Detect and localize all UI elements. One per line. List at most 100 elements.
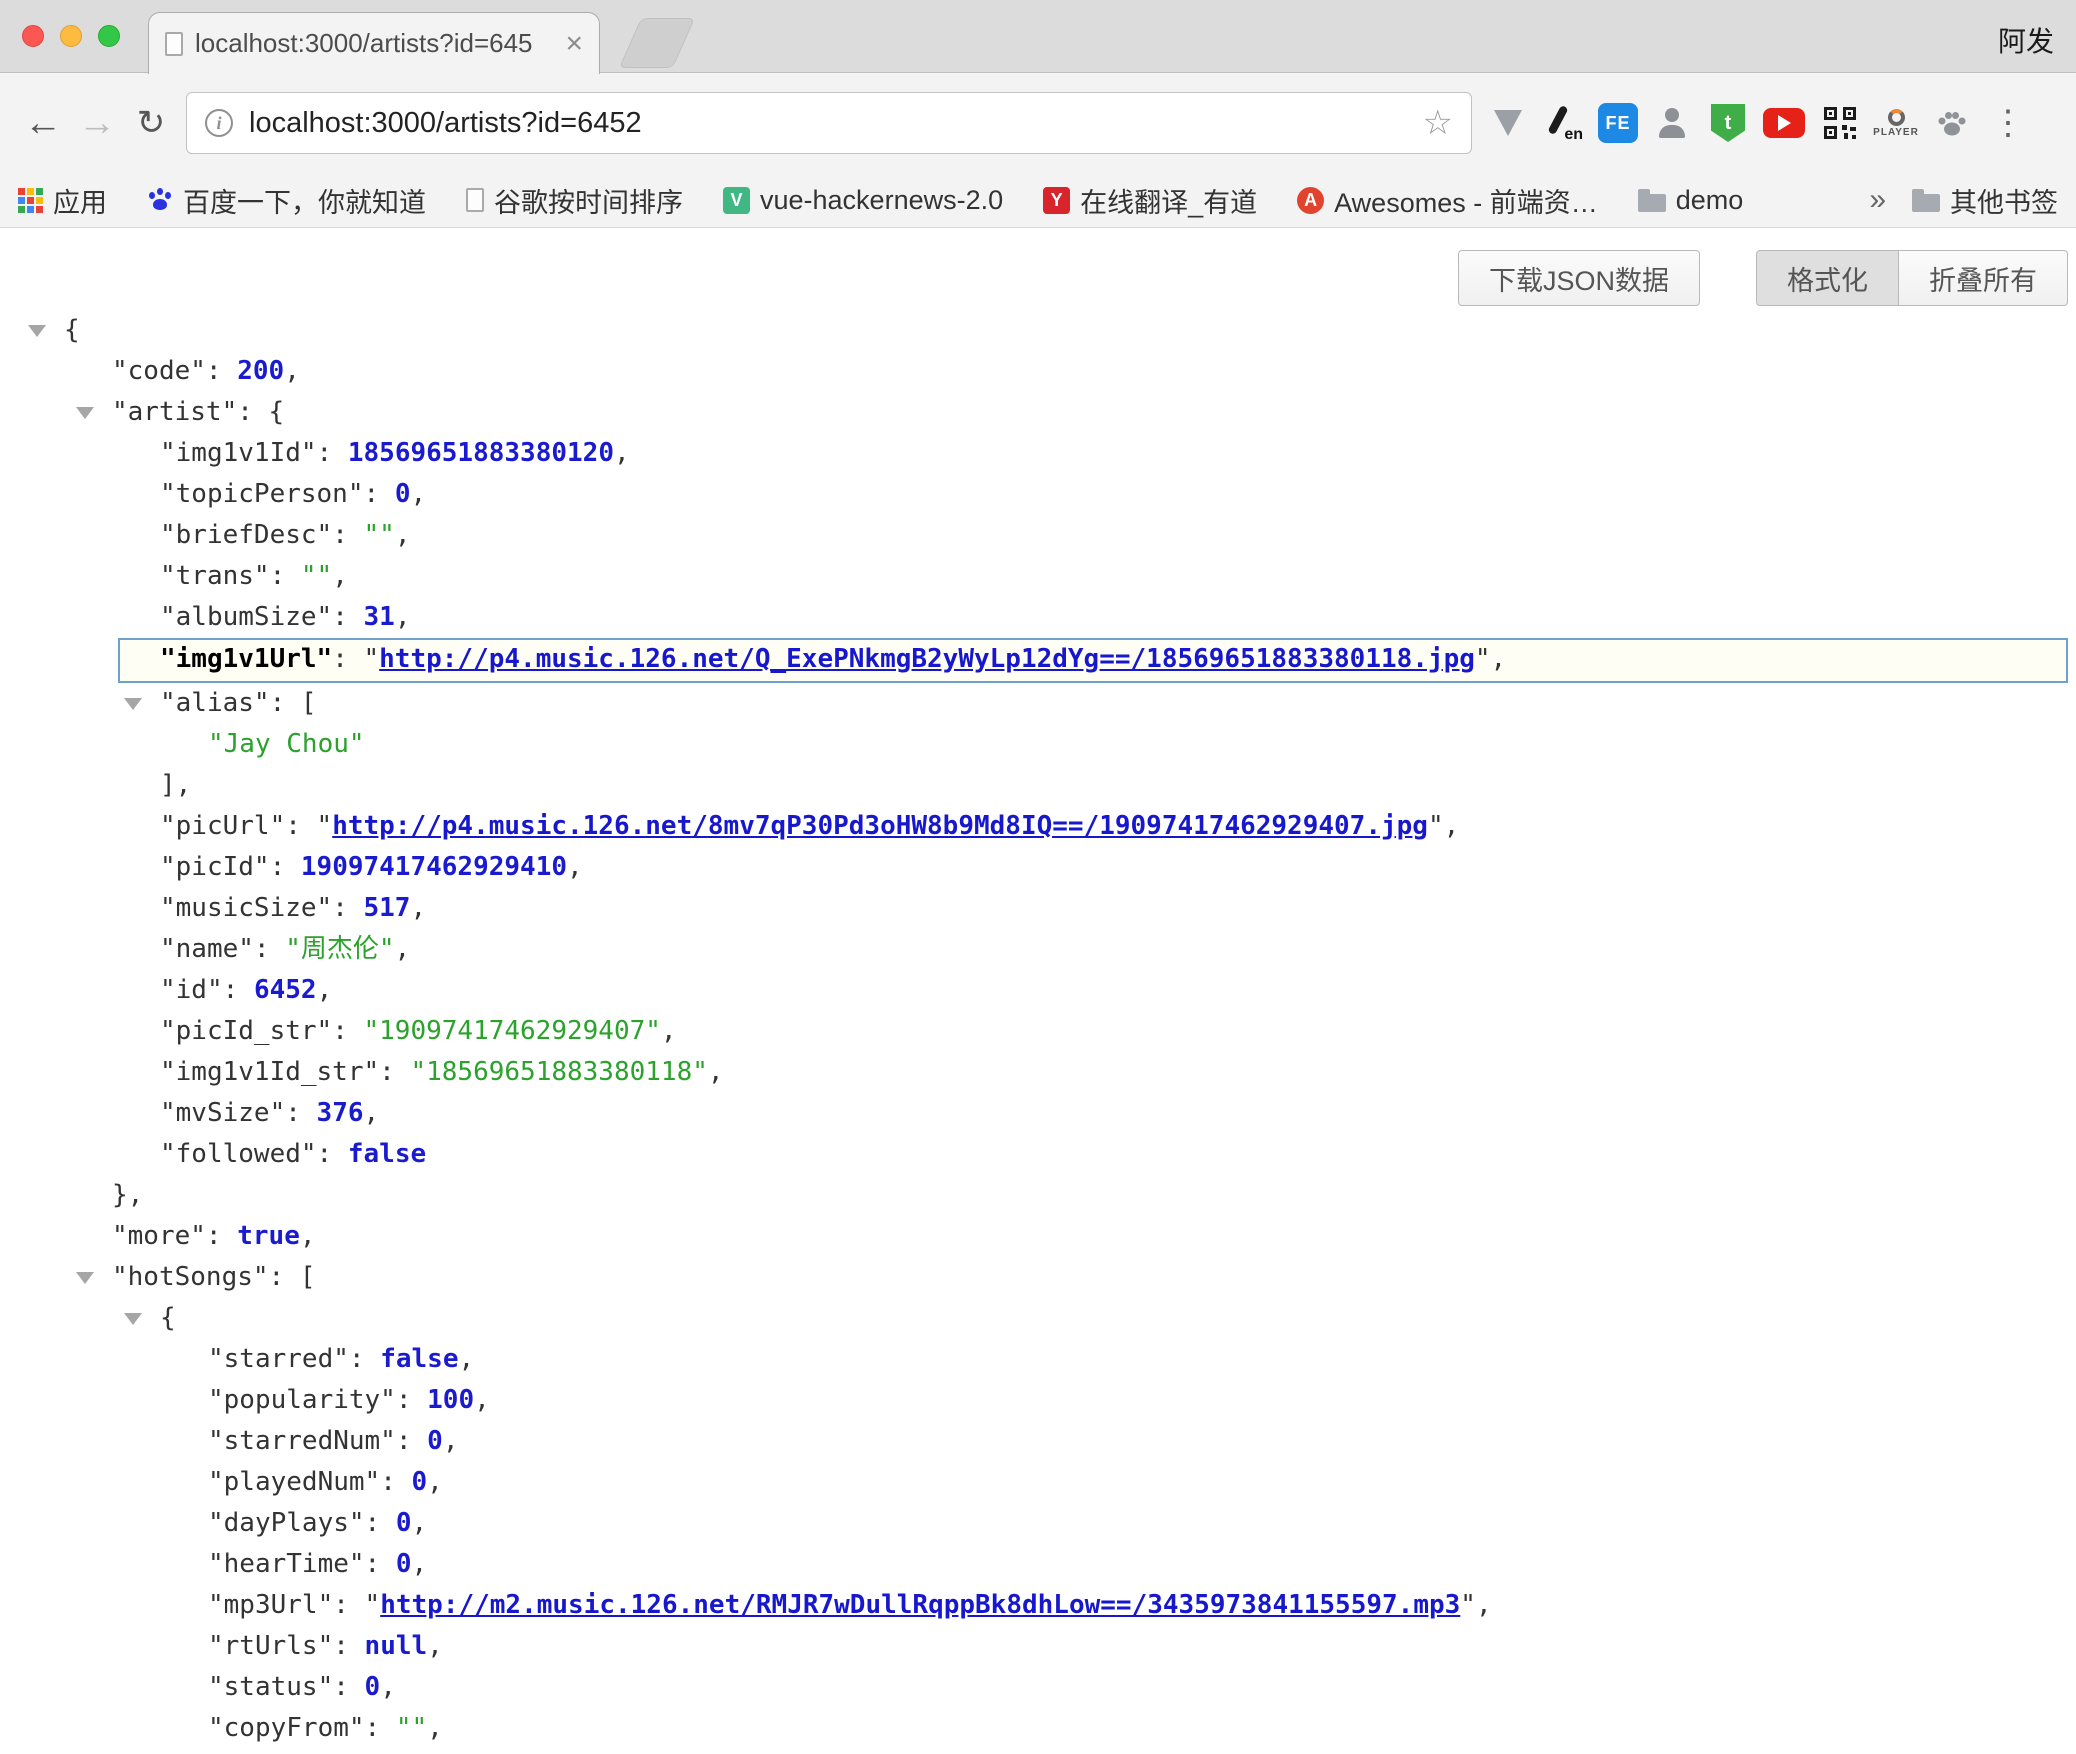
page-info-icon[interactable]: i: [205, 109, 233, 137]
page-icon: [466, 188, 484, 212]
fehelper-extension-icon[interactable]: FE: [1598, 103, 1638, 143]
json-line: "popularity": 100,: [0, 1380, 2076, 1421]
zoom-window-button[interactable]: [98, 25, 120, 47]
json-punctuation: ": [365, 1590, 381, 1620]
translate-extension-icon[interactable]: en: [1542, 101, 1586, 145]
json-key: "starred": [208, 1344, 349, 1374]
json-punctuation: ,: [708, 1057, 724, 1087]
json-key: "dayPlays": [208, 1508, 365, 1538]
json-key: "albumSize": [160, 602, 332, 632]
baidu-icon: [147, 187, 173, 213]
json-line: "trans": "",: [0, 556, 2076, 597]
json-punctuation: : [: [269, 1262, 316, 1292]
collapse-triangle-icon[interactable]: [124, 1313, 142, 1325]
qrcode-extension-icon[interactable]: [1818, 101, 1862, 145]
bookmark-item[interactable]: AAwesomes - 前端资…: [1297, 181, 1598, 220]
json-number: 0: [412, 1467, 428, 1497]
collapse-all-button[interactable]: 折叠所有: [1899, 250, 2068, 306]
user-extension-icon[interactable]: [1650, 101, 1694, 145]
browser-menu-icon[interactable]: ⋮: [1986, 101, 2030, 145]
address-bar[interactable]: i localhost:3000/artists?id=6452 ☆: [186, 92, 1472, 154]
browser-tab[interactable]: localhost:3000/artists?id=645 ×: [148, 12, 600, 74]
back-button[interactable]: ←: [16, 102, 70, 145]
bookmark-item[interactable]: 应用: [18, 181, 107, 220]
json-key: "trans": [160, 561, 270, 591]
json-punctuation: :: [270, 852, 301, 882]
json-line: "picUrl": "http://p4.music.126.net/8mv7q…: [0, 806, 2076, 847]
bookmark-item[interactable]: 谷歌按时间排序: [466, 181, 683, 220]
json-punctuation: :: [333, 1631, 364, 1661]
profile-name[interactable]: 阿发: [1998, 20, 2054, 60]
json-punctuation: ,: [332, 561, 348, 591]
json-line: },: [0, 1175, 2076, 1216]
json-number: 0: [396, 1549, 412, 1579]
json-punctuation: :: [396, 1385, 427, 1415]
json-link[interactable]: http://m2.music.126.net/RMJR7wDullRqppBk…: [380, 1590, 1460, 1620]
json-link[interactable]: http://p4.music.126.net/Q_ExePNkmgB2yWyL…: [379, 644, 1475, 674]
paw-extension-icon[interactable]: [1930, 101, 1974, 145]
format-button[interactable]: 格式化: [1756, 250, 1899, 306]
new-tab-button[interactable]: [619, 18, 695, 68]
json-number: 6452: [254, 975, 317, 1005]
json-punctuation: ,: [427, 1713, 443, 1743]
browser-toolbar: ← → ↻ i localhost:3000/artists?id=6452 ☆…: [0, 73, 2076, 173]
folder-icon: [1912, 194, 1940, 212]
reload-button[interactable]: ↻: [124, 103, 178, 143]
minimize-window-button[interactable]: [60, 25, 82, 47]
tab-close-icon[interactable]: ×: [565, 29, 583, 59]
json-line: "status": 0,: [0, 1667, 2076, 1708]
json-punctuation: :: [332, 520, 363, 550]
json-line: "code": 200,: [0, 351, 2076, 392]
json-line: "id": 6452,: [0, 970, 2076, 1011]
bookmark-item[interactable]: Vvue-hackernews-2.0: [723, 185, 1003, 216]
bookmark-label: 谷歌按时间排序: [494, 181, 683, 220]
bookmark-label: demo: [1676, 185, 1744, 216]
json-punctuation: :: [365, 1713, 396, 1743]
json-string: "18569651883380118": [410, 1057, 707, 1087]
bookmarks-overflow-chevron[interactable]: »: [1869, 183, 1886, 217]
json-key: "hotSongs": [112, 1262, 269, 1292]
browser-window: localhost:3000/artists?id=645 × 阿发 ← → ↻…: [0, 0, 2076, 1753]
bookmark-label: vue-hackernews-2.0: [760, 185, 1003, 216]
json-punctuation: :: [349, 1344, 380, 1374]
youtube-extension-icon[interactable]: [1762, 101, 1806, 145]
json-line: {: [0, 1298, 2076, 1339]
json-key: "mp3Url": [208, 1590, 333, 1620]
json-punctuation: ",: [1475, 644, 1506, 674]
player-extension-icon[interactable]: PLAYER: [1874, 101, 1918, 145]
json-key: "img1v1Id_str": [160, 1057, 379, 1087]
json-punctuation: :: [332, 602, 363, 632]
bookmark-item[interactable]: demo: [1638, 185, 1744, 216]
flag-extension-icon[interactable]: [1486, 101, 1530, 145]
json-key: "briefDesc": [160, 520, 332, 550]
json-punctuation: },: [112, 1180, 143, 1210]
bookmark-star-icon[interactable]: ☆: [1423, 103, 1453, 143]
close-window-button[interactable]: [22, 25, 44, 47]
awesomes-icon: A: [1297, 187, 1324, 214]
collapse-triangle-icon[interactable]: [28, 325, 46, 337]
json-punctuation: :: [223, 975, 254, 1005]
other-bookmarks-item[interactable]: 其他书签: [1912, 181, 2058, 220]
json-line: "musicSize": 517,: [0, 888, 2076, 929]
collapse-triangle-icon[interactable]: [76, 1272, 94, 1284]
download-json-button[interactable]: 下载JSON数据: [1458, 250, 1700, 306]
json-punctuation: :: [285, 1098, 316, 1128]
bookmark-item[interactable]: 百度一下，你就知道: [147, 181, 426, 220]
json-key: "topicPerson": [160, 479, 364, 509]
json-punctuation: ",: [1460, 1590, 1491, 1620]
bookmark-item[interactable]: Y在线翻译_有道: [1043, 181, 1257, 220]
json-punctuation: ,: [458, 1344, 474, 1374]
collapse-triangle-icon[interactable]: [124, 698, 142, 710]
json-line: "rtUrls": null,: [0, 1626, 2076, 1667]
json-punctuation: : {: [237, 397, 284, 427]
shield-extension-icon[interactable]: t: [1706, 101, 1750, 145]
json-punctuation: ,: [395, 520, 411, 550]
json-punctuation: :: [333, 1590, 364, 1620]
collapse-triangle-icon[interactable]: [76, 407, 94, 419]
json-punctuation: ,: [395, 934, 411, 964]
json-string: "": [364, 520, 395, 550]
json-key: "alias": [160, 688, 270, 718]
json-string: "": [396, 1713, 427, 1743]
bookmarks-right: » 其他书签: [1869, 181, 2058, 220]
json-link[interactable]: http://p4.music.126.net/8mv7qP30Pd3oHW8b…: [332, 811, 1428, 841]
